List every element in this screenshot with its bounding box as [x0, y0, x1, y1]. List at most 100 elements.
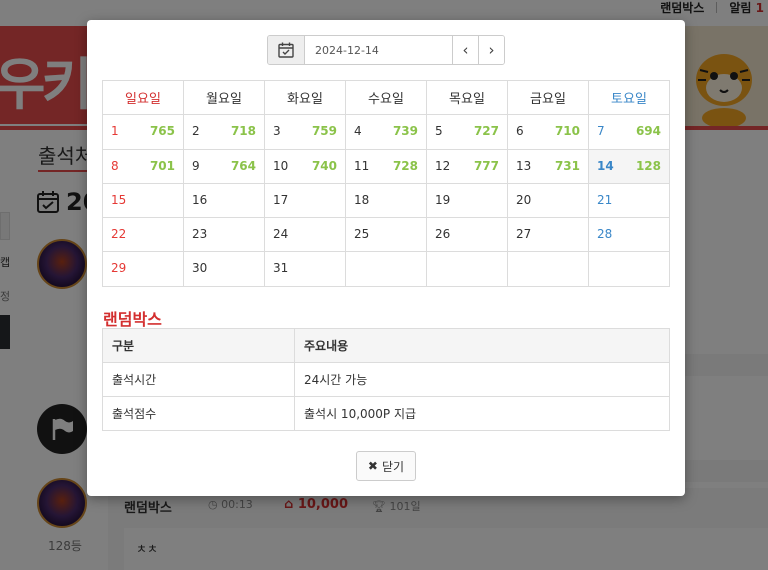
calendar-day[interactable]: 1 765: [102, 114, 184, 150]
weekday-wednesday: 수요일: [345, 79, 427, 116]
day-number: 15: [111, 192, 127, 207]
calendar-day[interactable]: 13 731: [507, 148, 589, 184]
calendar-week: 29 30 31: [102, 251, 670, 287]
attendance-modal: ‹ › 일요일 월요일 화요일 수요일 목요일 금요일 토요일 1765 271…: [87, 20, 685, 496]
calendar-day[interactable]: 6 710: [507, 114, 589, 150]
day-number: 11: [354, 158, 370, 173]
day-number: 16: [192, 192, 208, 207]
day-count: 759: [311, 124, 337, 139]
calendar-week: 22 23 24 25 26 27 28: [102, 217, 670, 253]
day-number: 23: [192, 227, 208, 242]
calendar-day[interactable]: 31: [264, 251, 346, 287]
calendar-day[interactable]: 26: [426, 217, 508, 253]
day-number: 30: [192, 261, 208, 276]
weekday-saturday: 토요일: [588, 79, 670, 116]
day-count: 710: [554, 124, 580, 139]
day-count: 728: [392, 158, 418, 173]
day-number: 14: [597, 158, 614, 173]
calendar-day-empty: [588, 251, 670, 287]
weekday-monday: 월요일: [183, 79, 265, 116]
close-icon: ✖: [367, 459, 378, 473]
calendar-week: 8 701 9 764 10 740 11 728 12 777 13 731 14 128: [102, 148, 670, 184]
weekday-header-row: 일요일 월요일 화요일 수요일 목요일 금요일 토요일: [102, 79, 670, 116]
calendar-day[interactable]: 28: [588, 217, 670, 253]
calendar-day[interactable]: 3 759: [264, 114, 346, 150]
close-button[interactable]: ✖ 닫기: [356, 451, 416, 481]
calendar-day[interactable]: 11 728: [345, 148, 427, 184]
calendar-day[interactable]: 17: [264, 182, 346, 219]
section-title: 랜덤박스: [103, 310, 162, 329]
calendar-day[interactable]: 4 739: [345, 114, 427, 150]
day-number: 27: [516, 227, 532, 242]
day-number: 13: [516, 158, 532, 173]
chevron-right-icon: ›: [488, 41, 495, 59]
day-count: 731: [554, 158, 580, 173]
calendar-day[interactable]: 16: [183, 182, 265, 219]
calendar-day-empty: [426, 251, 508, 287]
prev-month-button[interactable]: ‹: [452, 36, 478, 64]
info-header-category: 구분: [102, 328, 295, 363]
attendance-calendar: 일요일 월요일 화요일 수요일 목요일 금요일 토요일 1 765 2 718 37…: [102, 79, 670, 287]
day-number: 2: [192, 124, 200, 139]
chevron-left-icon: ‹: [462, 41, 469, 59]
calendar-day[interactable]: 20: [507, 182, 589, 219]
calendar-week: 1 765 2 718 3 759 4 739 5 727 6 710 7 694: [102, 114, 670, 150]
day-number: 18: [354, 192, 370, 207]
info-table: 구분 주요내용 출석시간 24시간 가능 출석점수 출석시 10,000P 지급: [102, 328, 670, 431]
calendar-check-icon: [278, 42, 294, 58]
day-number: 26: [435, 227, 451, 242]
weekday-sunday: 일요일: [102, 79, 184, 116]
calendar-day-empty: [345, 251, 427, 287]
calendar-day[interactable]: 21: [588, 182, 670, 219]
calendar-day[interactable]: 27: [507, 217, 589, 253]
day-count: 764: [230, 158, 256, 173]
calendar-day[interactable]: 24: [264, 217, 346, 253]
info-cell-category: 출석점수: [102, 396, 295, 431]
day-number: 29: [111, 261, 127, 276]
calendar-button[interactable]: [268, 36, 305, 64]
day-number: 10: [273, 158, 289, 173]
calendar-day[interactable]: 9 764: [183, 148, 265, 184]
weekday-friday: 금요일: [507, 79, 589, 116]
day-number: 31: [273, 261, 289, 276]
calendar-day[interactable]: 7 694: [588, 114, 670, 150]
calendar-day[interactable]: 12 777: [426, 148, 508, 184]
calendar-day[interactable]: 22: [102, 217, 184, 253]
date-input[interactable]: [305, 36, 452, 64]
calendar-day[interactable]: 25: [345, 217, 427, 253]
day-count: 765: [149, 124, 175, 139]
calendar-day[interactable]: 8 701: [102, 148, 184, 184]
info-cell-content: 출석시 10,000P 지급: [294, 396, 670, 431]
next-month-button[interactable]: ›: [478, 36, 504, 64]
calendar-day[interactable]: 2 718: [183, 114, 265, 150]
weekday-thursday: 목요일: [426, 79, 508, 116]
day-number: 3: [273, 124, 281, 139]
day-number: 12: [435, 158, 451, 173]
calendar-day[interactable]: 5 727: [426, 114, 508, 150]
weekday-tuesday: 화요일: [264, 79, 346, 116]
table-row: 출석점수 출석시 10,000P 지급: [102, 396, 670, 431]
day-number: 24: [273, 227, 289, 242]
day-number: 21: [597, 192, 613, 207]
calendar-day[interactable]: 29: [102, 251, 184, 287]
day-count: 777: [473, 158, 499, 173]
calendar-day-empty: [507, 251, 589, 287]
day-number: 8: [111, 158, 119, 173]
close-label: 닫기: [381, 459, 405, 474]
day-number: 25: [354, 227, 370, 242]
calendar-day[interactable]: 19: [426, 182, 508, 219]
calendar-day[interactable]: 10 740: [264, 148, 346, 184]
day-number: 6: [516, 124, 524, 139]
day-number: 5: [435, 124, 443, 139]
day-count: 727: [473, 124, 499, 139]
calendar-day[interactable]: 30: [183, 251, 265, 287]
day-number: 7: [597, 124, 605, 139]
calendar-day[interactable]: 18: [345, 182, 427, 219]
info-header-row: 구분 주요내용: [102, 328, 670, 363]
info-cell-category: 출석시간: [102, 362, 295, 397]
calendar-day[interactable]: 15: [102, 182, 184, 219]
info-header-content: 주요내용: [294, 328, 670, 363]
day-count: 718: [230, 124, 256, 139]
calendar-day[interactable]: 23: [183, 217, 265, 253]
calendar-day-today[interactable]: 14 128: [588, 148, 670, 184]
